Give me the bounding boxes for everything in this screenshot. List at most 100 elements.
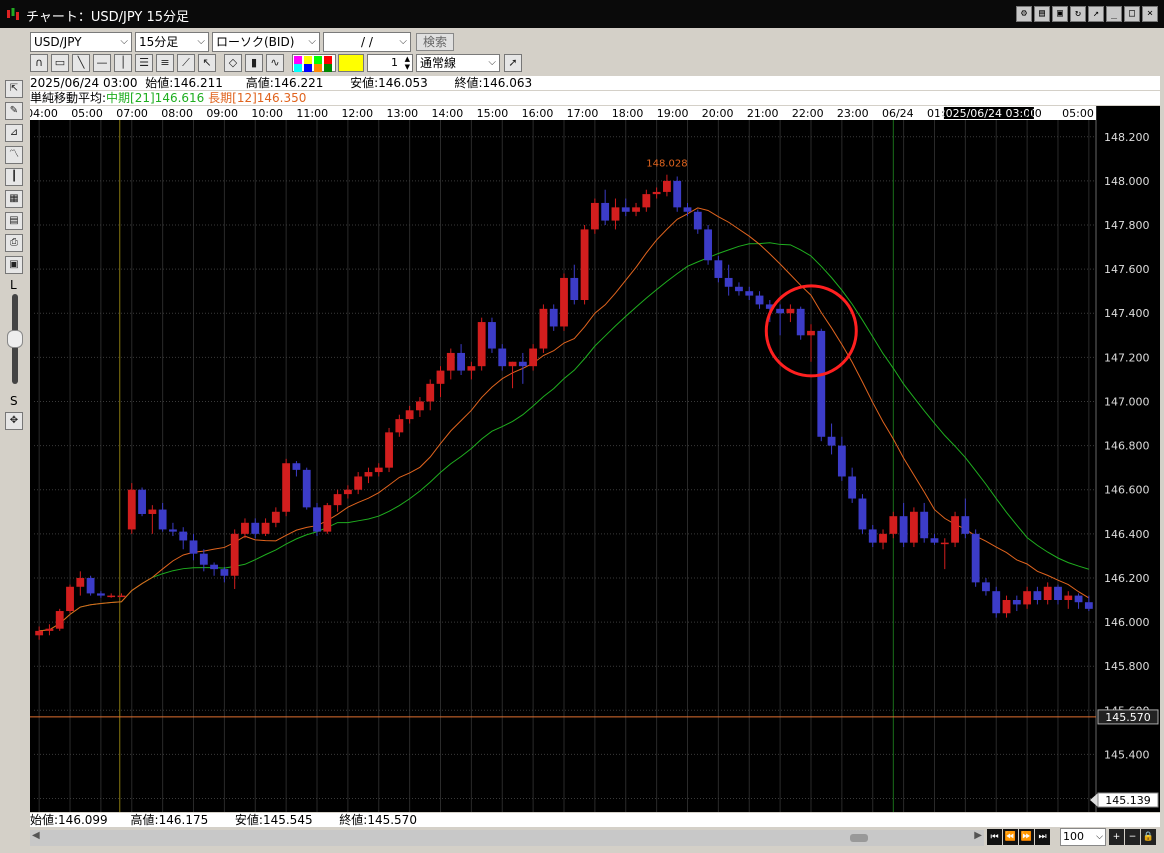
line-width-stepper[interactable]: 1 ▲ ▼ [367, 54, 413, 72]
zoom-in-icon[interactable]: + [1109, 829, 1124, 845]
color-swatch[interactable] [324, 56, 332, 64]
indicator-icon[interactable]: ⊿ [5, 124, 23, 142]
date-field[interactable]: / / ⌵ [323, 32, 411, 52]
candle-body [529, 348, 538, 367]
candle-body [714, 260, 723, 278]
time-tick-label: 14:00 [432, 107, 464, 120]
candle-body [179, 531, 188, 541]
cursor-mode-icon[interactable]: ▭ [51, 54, 69, 72]
pointer-icon[interactable]: ↖ [198, 54, 216, 72]
eraser-icon[interactable]: ◇ [224, 54, 242, 72]
lock-icon[interactable]: 🔒 [1141, 829, 1156, 845]
refresh-icon[interactable]: ↻ [1070, 6, 1086, 22]
time-tick-label: 16:00 [522, 107, 554, 120]
candle-icon[interactable]: ┃ [5, 168, 23, 186]
minimize-button[interactable]: _ [1106, 6, 1122, 22]
zoom-large-label: L [10, 278, 17, 292]
trash-icon[interactable]: ▮ [245, 54, 263, 72]
vertical-line-icon[interactable]: │ [114, 54, 132, 72]
trendline-icon[interactable]: ╲ [72, 54, 90, 72]
y-tick-label: 146.800 [1104, 440, 1150, 453]
candle-body [807, 330, 815, 336]
color-swatch[interactable] [314, 64, 322, 72]
search-button[interactable]: 検索 [416, 33, 454, 51]
window-list-icon[interactable]: ▤ [1034, 6, 1050, 22]
selected-color[interactable] [338, 54, 364, 72]
candle-body [117, 595, 126, 598]
settings-icon[interactable]: ⚙ [1016, 6, 1032, 22]
zoom-value: 100 [1063, 830, 1084, 843]
scroll-thumb[interactable] [850, 834, 868, 842]
scroll-right-icon[interactable]: ▶ [974, 830, 982, 841]
color-swatch[interactable] [304, 56, 312, 64]
candle-body [879, 533, 887, 543]
time-tick-label: 23:00 [837, 107, 869, 120]
time-tick-label: 05:00 [1062, 107, 1094, 120]
candle-body [333, 494, 342, 506]
time-tick-label: 18:00 [612, 107, 644, 120]
step-back-icon[interactable]: ⏪ [1003, 829, 1018, 845]
time-tick-label: 20:00 [702, 107, 734, 120]
candle-body [189, 540, 198, 554]
print-icon[interactable]: ▣ [1052, 6, 1068, 22]
zoom-out-icon[interactable]: − [1125, 829, 1140, 845]
timeframe-value: 15分足 [139, 35, 179, 49]
timeframe-select[interactable]: 15分足 ⌵ [135, 32, 209, 52]
cursor-icon[interactable]: ⇱ [5, 80, 23, 98]
color-swatch[interactable] [304, 64, 312, 72]
candle-body [220, 569, 229, 576]
time-tick-label: 21:00 [747, 107, 779, 120]
chart-type-select[interactable]: ローソク(BID) ⌵ [212, 32, 320, 52]
candle-body [364, 472, 373, 477]
chart-svg: 148.200 148.000 147.800 147.600 147.400 147.2… [26, 106, 1160, 812]
line-type-select[interactable]: 通常線 ⌵ [416, 54, 500, 72]
move-icon[interactable]: ✥ [5, 412, 23, 430]
zoom-select[interactable]: 100 ⌵ [1060, 828, 1106, 846]
color-swatch[interactable] [314, 56, 322, 64]
arrow-tool-icon[interactable]: ➚ [504, 54, 522, 72]
low-price-label: 145.139 [1105, 794, 1151, 807]
channel-icon[interactable]: ☰ [135, 54, 153, 72]
candle-body [570, 277, 579, 301]
symbol-select[interactable]: USD/JPY ⌵ [30, 32, 132, 52]
horizontal-scrollbar[interactable]: ◀ ▶ [30, 830, 984, 846]
candle-body [35, 630, 44, 636]
pin-icon[interactable]: ↗ [1088, 6, 1104, 22]
ma-legend: 単純移動平均:中期[21]146.616 長期[12]146.350 [30, 91, 1160, 105]
color-swatch[interactable] [294, 56, 302, 64]
magnet-icon[interactable]: ∩ [30, 54, 48, 72]
color-palette[interactable] [292, 54, 336, 72]
candle-body [55, 611, 64, 629]
y-tick-label: 148.000 [1104, 175, 1150, 188]
time-tick-label: 11:00 [296, 107, 328, 120]
fan-icon[interactable]: ⟋ [177, 54, 195, 72]
candle-body [796, 308, 805, 336]
printer-icon[interactable]: ⎙ [5, 234, 23, 252]
color-swatch[interactable] [294, 64, 302, 72]
horizontal-line-icon[interactable]: — [93, 54, 111, 72]
line-style-icon[interactable]: ∿ [266, 54, 284, 72]
close-button[interactable]: × [1142, 6, 1158, 22]
maximize-button[interactable]: □ [1124, 6, 1140, 22]
pen-icon[interactable]: ✎ [5, 102, 23, 120]
candle-body [282, 463, 291, 512]
fibonacci-icon[interactable]: ≡ [156, 54, 174, 72]
jump-start-icon[interactable]: ⏮ [987, 829, 1002, 845]
zoom-slider-thumb[interactable] [7, 330, 23, 348]
peak-label: 148.028 [646, 159, 687, 170]
candle-body [930, 538, 939, 543]
price-chart[interactable]: 148.200 148.000 147.800 147.600 147.400 147.2… [26, 106, 1160, 812]
save-icon[interactable]: ▣ [5, 256, 23, 274]
table-icon[interactable]: ▦ [5, 190, 23, 208]
jump-end-icon[interactable]: ⏭ [1035, 829, 1050, 845]
zoom-small-label: S [10, 394, 18, 408]
left-toolbar: ⇱ ✎ ⊿ 〽 ┃ ▦ ▤ ⎙ ▣ L S ✥ [4, 78, 26, 438]
oscillator-icon[interactable]: 〽 [5, 146, 23, 164]
candle-body [498, 348, 507, 367]
list-icon[interactable]: ▤ [5, 212, 23, 230]
candle-body [827, 436, 836, 446]
step-forward-icon[interactable]: ⏩ [1019, 829, 1034, 845]
color-swatch[interactable] [324, 64, 332, 72]
scroll-left-icon[interactable]: ◀ [32, 830, 40, 841]
candle-body [580, 229, 589, 301]
